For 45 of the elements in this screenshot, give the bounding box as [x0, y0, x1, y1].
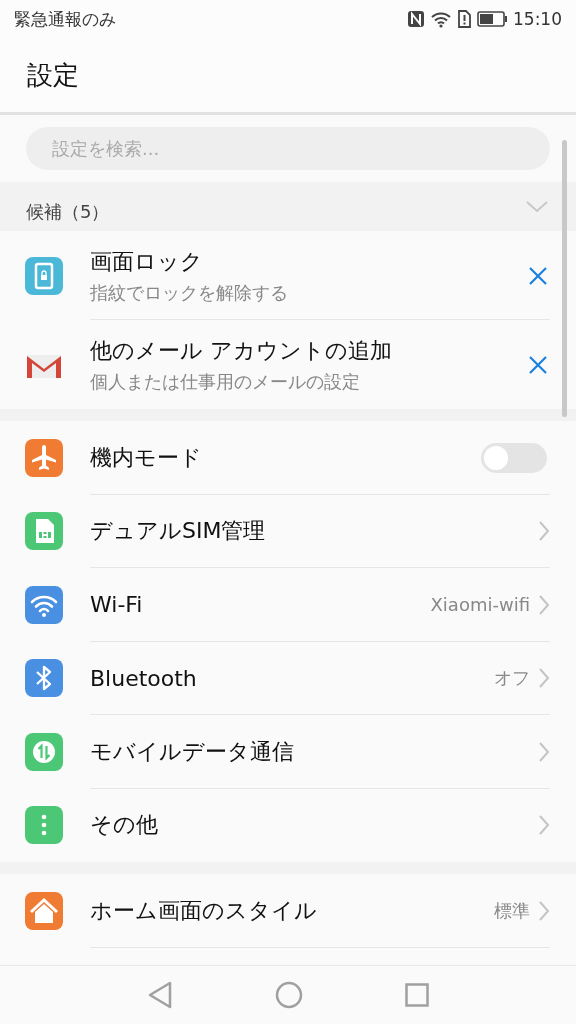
setting-value: オフ [494, 666, 530, 691]
recents-icon[interactable] [405, 983, 429, 1007]
status-text: 緊急通報のみ [14, 7, 116, 31]
close-icon[interactable] [528, 354, 548, 375]
chevron-right-icon [538, 899, 550, 922]
chevron-right-icon [538, 814, 550, 837]
setting-label[interactable]: 機内モード [90, 442, 481, 473]
home-icon [25, 891, 63, 930]
sim-card-icon [25, 512, 63, 551]
chevron-right-icon [538, 740, 550, 763]
suggestion-subtitle: 指紋でロックを解除する [90, 280, 288, 305]
setting-value: 標準 [494, 898, 530, 923]
page-title: 設定 [27, 58, 79, 92]
home-button-icon[interactable] [275, 981, 303, 1009]
bluetooth-icon [25, 659, 63, 698]
chevron-right-icon [538, 667, 550, 690]
phone-lock-icon [25, 256, 63, 295]
section-header: 候補（5） [26, 199, 111, 224]
chevron-right-icon [538, 593, 550, 616]
clock-text: 15:10 [513, 9, 562, 29]
chevron-right-icon [538, 520, 550, 543]
setting-label[interactable]: Bluetooth [90, 665, 494, 691]
setting-label[interactable]: ホーム画面のスタイル [90, 895, 494, 926]
setting-label[interactable]: Wi-Fi [90, 592, 431, 618]
setting-label[interactable]: その他 [90, 810, 538, 841]
chevron-down-icon[interactable] [526, 200, 548, 213]
setting-value: Xiaomi-wifi [430, 594, 530, 616]
more-icon [25, 806, 63, 845]
battery-icon [477, 11, 507, 27]
setting-label[interactable]: デュアルSIM管理 [90, 516, 538, 547]
airplane-icon [25, 438, 63, 477]
scrollbar[interactable] [562, 140, 567, 417]
suggestion-title[interactable]: 他のメール アカウントの追加 [90, 335, 392, 366]
suggestion-title[interactable]: 画面ロック [90, 246, 203, 277]
nfc-icon [407, 10, 425, 28]
setting-label[interactable]: モバイルデータ通信 [90, 736, 538, 767]
wifi-icon [431, 10, 451, 28]
back-icon[interactable] [147, 981, 173, 1009]
wifi-icon [25, 585, 63, 624]
toggle-switch[interactable] [481, 442, 547, 473]
suggestion-subtitle: 個人または仕事用のメールの設定 [90, 369, 360, 394]
data-arrows-icon [25, 732, 63, 771]
search-field[interactable]: 設定を検索... [26, 127, 550, 170]
sim-alert-icon [457, 10, 471, 28]
close-icon[interactable] [528, 265, 548, 286]
